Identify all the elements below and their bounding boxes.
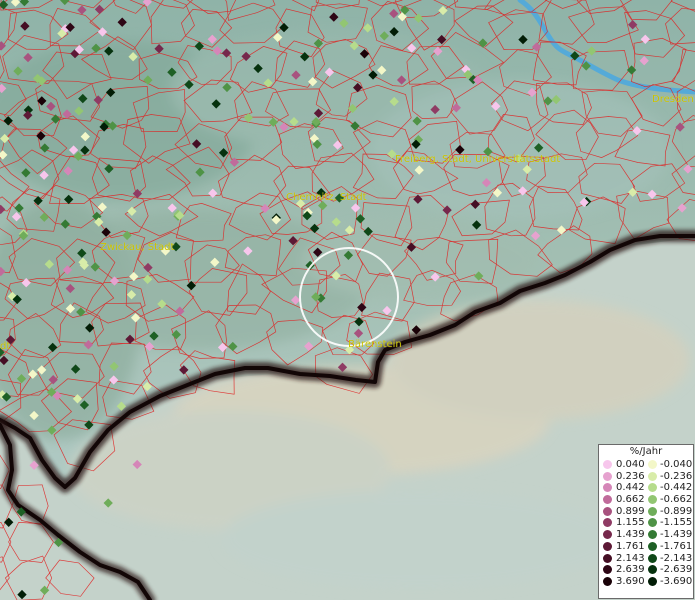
legend-swatch-positive <box>603 460 612 469</box>
legend-label-positive: 2.143 <box>616 552 645 564</box>
legend-label-positive: 1.761 <box>616 540 645 552</box>
legend-swatch-negative <box>648 460 657 469</box>
legend-label-negative: -2.639 <box>660 564 693 576</box>
legend-swatch-positive <box>603 471 612 481</box>
legend-label-negative: -1.761 <box>660 540 693 552</box>
legend-swatch-positive <box>603 576 612 586</box>
legend-row: 2.143 -2.143 <box>599 553 693 565</box>
legend-swatch-negative <box>648 576 657 586</box>
legend-label-positive: 0.899 <box>616 505 645 517</box>
place-label-baerenstein: Bärenstein <box>348 339 402 350</box>
place-label-zwickau: Zwickau, Stadt <box>100 242 175 253</box>
place-label-partial: dt <box>0 341 11 352</box>
legend-swatch-positive <box>603 541 612 551</box>
legend-label-positive: 0.662 <box>616 494 645 506</box>
legend-label-negative: -0.442 <box>660 482 693 494</box>
legend-swatch-positive <box>603 483 612 493</box>
legend-swatch-positive <box>603 553 612 563</box>
legend-row: 0.662 -0.662 <box>599 494 693 506</box>
map-view[interactable]: Dresden Freiberg, Stadt, Universitätssta… <box>0 0 695 600</box>
legend-swatch-negative <box>648 541 657 551</box>
legend-row: 0.236 -0.236 <box>599 471 693 483</box>
legend-swatch-positive <box>603 495 612 505</box>
legend-label-negative: -0.899 <box>660 505 693 517</box>
legend-label-positive: 0.040 <box>616 459 645 470</box>
legend-label-positive: 3.690 <box>616 575 645 587</box>
place-label-freiberg: Freiberg, Stadt, Universitätsstadt <box>395 154 561 165</box>
legend-label-positive: 1.155 <box>616 517 645 529</box>
legend-swatch-negative <box>648 530 657 540</box>
legend-swatch-negative <box>648 565 657 575</box>
legend: %/Jahr 0.040 -0.040 0.236 -0.236 0.442 -0.442… <box>598 444 694 599</box>
legend-swatch-negative <box>648 471 657 481</box>
legend-label-negative: -0.236 <box>660 470 693 482</box>
legend-swatch-negative <box>648 483 657 493</box>
legend-swatch-positive <box>603 518 612 528</box>
legend-swatch-positive <box>603 565 612 575</box>
place-label-dresden: Dresden <box>652 94 694 105</box>
place-label-chemnitz: Chemnitz, Stadt <box>286 192 367 203</box>
legend-row: 1.439 -1.439 <box>599 529 693 541</box>
legend-swatch-positive <box>603 506 612 516</box>
legend-label-positive: 0.442 <box>616 482 645 494</box>
legend-swatch-negative <box>648 506 657 516</box>
legend-row: 1.761 -1.761 <box>599 541 693 553</box>
legend-title: %/Jahr <box>629 446 663 457</box>
legend-row: 2.639 -2.639 <box>599 564 693 576</box>
legend-label-negative: -1.155 <box>660 517 693 529</box>
legend-label-negative: -3.690 <box>660 575 693 587</box>
legend-swatch-negative <box>648 553 657 563</box>
legend-row: 0.442 -0.442 <box>599 482 693 494</box>
legend-row: 3.690 -3.690 <box>599 576 693 588</box>
map-canvas[interactable] <box>0 0 695 600</box>
legend-row: 0.040 -0.040 <box>599 459 693 471</box>
legend-label-positive: 1.439 <box>616 529 645 541</box>
legend-label-negative: -0.040 <box>660 459 693 470</box>
legend-label-negative: -1.439 <box>660 529 693 541</box>
legend-swatch-positive <box>603 530 612 540</box>
legend-rows: 0.040 -0.040 0.236 -0.236 0.442 -0.442 0.662 -0… <box>599 459 693 588</box>
legend-label-positive: 2.639 <box>616 564 645 576</box>
legend-label-negative: -2.143 <box>660 552 693 564</box>
legend-row: 1.155 -1.155 <box>599 517 693 529</box>
legend-swatch-negative <box>648 518 657 528</box>
legend-label-positive: 0.236 <box>616 470 645 482</box>
legend-swatch-negative <box>648 495 657 505</box>
legend-label-negative: -0.662 <box>660 494 693 506</box>
legend-row: 0.899 -0.899 <box>599 506 693 518</box>
